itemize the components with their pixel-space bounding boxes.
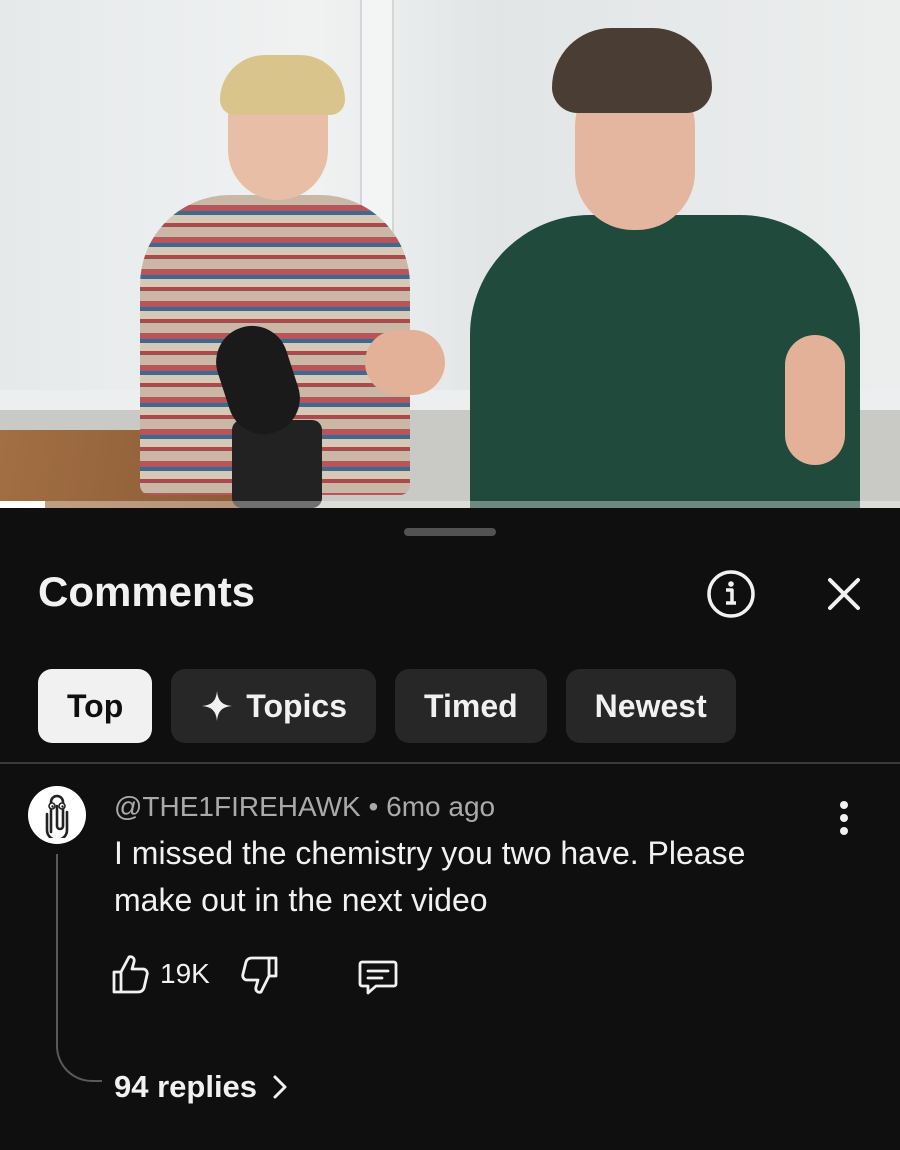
video-person-right-hand-raised	[785, 335, 845, 465]
like-button[interactable]	[110, 952, 150, 998]
chevron-right-icon	[273, 1075, 287, 1099]
comment-text: I missed the chemistry you two have. Ple…	[114, 835, 746, 918]
comments-sheet: Comments Top Topics Timed Newest @THE1FI…	[0, 508, 900, 1150]
thumbs-down-icon	[241, 956, 278, 994]
video-player[interactable]	[0, 0, 900, 508]
video-progress-bar[interactable]	[0, 501, 900, 508]
comment-time: 6mo ago	[386, 791, 496, 822]
comment-author[interactable]: @THE1FIREHAWK	[114, 791, 361, 822]
chip-topics[interactable]: Topics	[171, 669, 377, 743]
video-progress-fill	[0, 501, 45, 508]
chip-top-label: Top	[67, 687, 124, 724]
video-person-left-hair	[220, 55, 345, 115]
info-circle-icon	[707, 570, 755, 618]
video-mic-stand	[232, 420, 322, 508]
info-button[interactable]	[705, 568, 757, 620]
dislike-button[interactable]	[240, 954, 284, 1000]
comment-reply-icon	[358, 960, 398, 995]
video-person-right-hair	[552, 28, 712, 113]
paperclip-avatar-icon	[45, 794, 69, 838]
like-count: 19K	[160, 958, 210, 989]
comment-meta: @THE1FIREHAWK • 6mo ago	[114, 791, 495, 823]
thumbs-up-icon	[112, 955, 149, 994]
view-replies-button[interactable]: 94 replies	[114, 1069, 289, 1105]
chip-topics-label: Topics	[246, 687, 348, 724]
video-person-right-hand	[365, 330, 445, 395]
chip-top[interactable]: Top	[38, 669, 153, 743]
meta-separator: •	[368, 791, 379, 822]
more-vertical-icon	[840, 801, 848, 835]
reply-button[interactable]	[356, 954, 404, 1000]
sparkle-icon	[202, 691, 233, 721]
close-x-icon	[828, 578, 860, 610]
close-button[interactable]	[818, 568, 870, 620]
comment-sort-chips: Top Topics Timed Newest	[38, 669, 736, 743]
divider	[0, 762, 900, 764]
more-options-button[interactable]	[826, 796, 862, 840]
avatar[interactable]	[28, 786, 86, 844]
thread-line	[56, 854, 102, 1082]
chip-newest[interactable]: Newest	[565, 669, 736, 743]
chip-newest-label: Newest	[594, 687, 707, 724]
chip-timed[interactable]: Timed	[395, 669, 547, 743]
replies-label: 94 replies	[114, 1069, 258, 1104]
comments-title: Comments	[38, 568, 256, 615]
chip-timed-label: Timed	[424, 687, 518, 724]
drag-handle[interactable]	[404, 528, 496, 536]
